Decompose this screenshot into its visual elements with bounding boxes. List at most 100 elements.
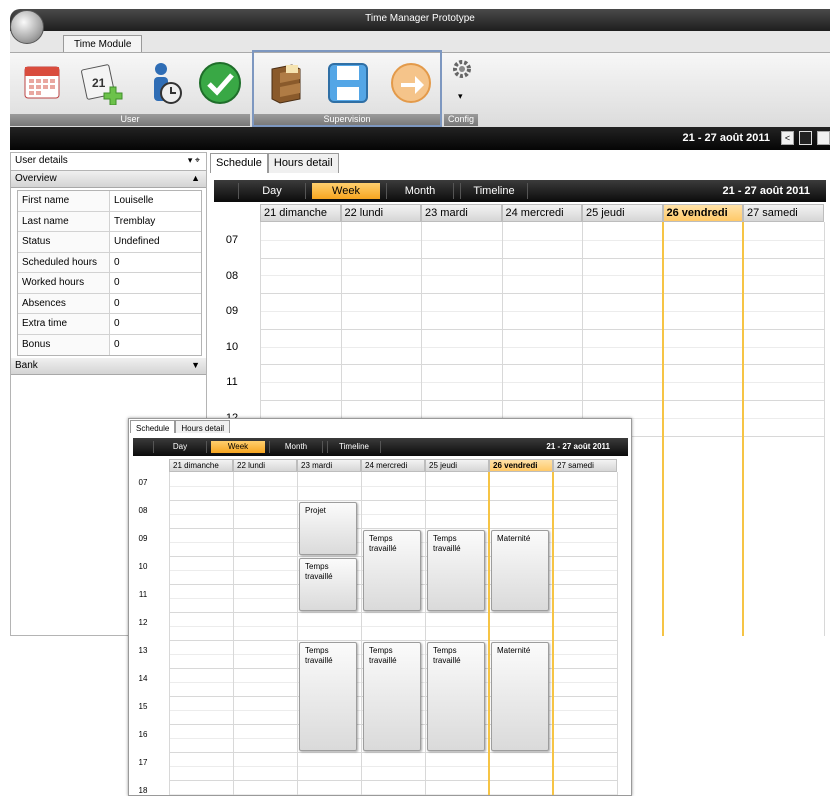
hour-label: 11 — [226, 376, 238, 389]
half-hour-line — [169, 794, 617, 795]
day-header[interactable]: 27 samedi — [743, 204, 824, 222]
view-week-button[interactable]: Week — [312, 183, 380, 199]
bank-section-header[interactable]: Bank ▼ — [11, 358, 206, 375]
hour-label: 16 — [138, 730, 148, 739]
hour-label: 07 — [225, 234, 239, 246]
day-header[interactable]: 26 vendredi — [489, 459, 553, 472]
detail-value[interactable]: 0 — [110, 314, 201, 334]
day-column-line — [661, 222, 664, 636]
detail-key: Bonus — [18, 334, 110, 355]
detail-key: Absences — [18, 293, 110, 313]
window-title: Time Manager Prototype — [365, 13, 475, 24]
half-hour-line — [169, 486, 617, 487]
calendar-add-icon[interactable]: 21 — [80, 61, 123, 106]
detail-value[interactable]: Louiselle — [110, 191, 201, 211]
today-button[interactable] — [799, 131, 812, 145]
day-header[interactable]: 23 mardi — [421, 204, 502, 222]
appointment-block[interactable]: Temps travaillé — [299, 642, 357, 751]
day-header[interactable]: 22 lundi — [233, 459, 297, 472]
prev-week-button[interactable]: < — [781, 131, 794, 145]
appointment-block[interactable]: Temps travaillé — [363, 642, 421, 751]
hour-label: 11 — [138, 590, 148, 599]
hour-line — [260, 400, 824, 401]
day-header[interactable]: 26 vendredi — [662, 204, 743, 222]
day-column-line — [297, 472, 298, 795]
tab-hours-detail[interactable]: Hours detail — [175, 420, 231, 433]
hour-line — [169, 640, 617, 641]
detail-value[interactable]: 0 — [110, 335, 201, 356]
day-header[interactable]: 23 mardi — [297, 459, 361, 472]
detail-value[interactable]: Undefined — [110, 232, 201, 252]
detail-row: Bonus 0 — [18, 334, 201, 356]
day-column-line — [552, 472, 554, 795]
user-clock-icon[interactable] — [145, 61, 185, 104]
hour-line — [260, 364, 824, 366]
hour-line — [260, 257, 824, 259]
hour-label: 13 — [138, 646, 148, 655]
main-view-switcher-bar: Day Week Month Timeline 21 - 27 août 2011 — [214, 180, 826, 202]
collapse-icon[interactable]: ▲ — [191, 173, 200, 183]
calendar-icon[interactable] — [22, 61, 62, 101]
view-week-button[interactable]: Week — [211, 441, 265, 453]
overlay-schedule-tabs: Schedule Hours detail — [130, 420, 231, 433]
tab-hours-detail[interactable]: Hours detail — [267, 153, 339, 173]
next-week-button[interactable] — [817, 131, 830, 145]
day-header[interactable]: 25 jeudi — [582, 204, 663, 222]
settings-icon[interactable] — [450, 57, 474, 81]
day-column-line — [169, 472, 170, 795]
appointment-block[interactable]: Temps travaillé — [427, 530, 485, 611]
panel-title: User details — [15, 155, 68, 166]
appointment-block[interactable]: Temps travaillé — [299, 558, 357, 611]
hour-line — [260, 328, 824, 330]
appointment-block[interactable]: Temps travaillé — [427, 642, 485, 751]
detail-value[interactable]: 0 — [110, 273, 201, 293]
detail-value[interactable]: 0 — [110, 253, 201, 273]
ribbon-group-user: 21 User — [10, 53, 250, 128]
day-header[interactable]: 21 dimanche — [169, 459, 233, 472]
panel-pin-controls[interactable]: ▾ ⌖ — [188, 155, 200, 166]
check-icon[interactable] — [198, 61, 241, 104]
half-hour-line — [260, 346, 824, 348]
tab-schedule[interactable]: Schedule — [130, 420, 176, 433]
overview-section-header[interactable]: Overview ▲ — [11, 171, 206, 188]
header-date-range: 21 - 27 août 2011 — [682, 132, 770, 144]
expand-icon[interactable]: ▼ — [191, 360, 200, 370]
day-header[interactable]: 22 lundi — [340, 204, 421, 222]
hour-label: 07 — [138, 478, 148, 487]
appointment-block[interactable]: Temps travaillé — [363, 530, 421, 611]
day-header[interactable]: 21 dimanche — [260, 204, 341, 222]
view-day-button[interactable]: Day — [238, 183, 306, 199]
config-dropdown-arrow[interactable]: ▾ — [458, 91, 463, 102]
hour-label: 08 — [225, 269, 239, 282]
detail-value[interactable]: 0 — [110, 294, 201, 314]
view-timeline-button[interactable]: Timeline — [327, 441, 381, 453]
detail-key: First name — [18, 191, 110, 211]
view-month-button[interactable]: Month — [269, 441, 323, 453]
day-header[interactable]: 24 mercredi — [361, 459, 425, 472]
appointment-block[interactable]: Projet — [299, 502, 357, 555]
day-header[interactable]: 24 mercredi — [501, 204, 582, 222]
hour-line — [169, 612, 617, 613]
overview-title: Overview — [15, 173, 57, 184]
panel-header: User details ▾ ⌖ — [11, 153, 206, 171]
detail-row: First name Louiselle — [18, 191, 201, 212]
view-month-button[interactable]: Month — [386, 183, 454, 199]
appointment-block[interactable]: Maternité — [491, 530, 549, 611]
detail-value[interactable]: Tremblay — [110, 212, 201, 232]
day-header[interactable]: 27 samedi — [553, 459, 617, 472]
appointment-block[interactable]: Maternité — [491, 642, 549, 751]
application-orb-button[interactable] — [10, 10, 44, 44]
view-timeline-button[interactable]: Timeline — [460, 183, 528, 199]
detail-row: Absences 0 — [18, 293, 201, 314]
detail-key: Extra time — [18, 314, 110, 334]
hour-label: 18 — [138, 786, 148, 795]
day-header[interactable]: 25 jeudi — [425, 459, 489, 472]
day-column-line — [233, 472, 234, 795]
half-hour-line — [169, 626, 617, 627]
overlay-schedule-window: Schedule Hours detail Day Week Month Timeline… — [128, 418, 632, 796]
detail-row: Status Undefined — [18, 232, 201, 253]
view-day-button[interactable]: Day — [153, 441, 207, 453]
tab-schedule[interactable]: Schedule — [210, 153, 268, 173]
half-hour-line — [260, 382, 824, 384]
overlay-view-switcher-bar: Day Week Month Timeline 21 - 27 août 2011 — [133, 438, 628, 456]
